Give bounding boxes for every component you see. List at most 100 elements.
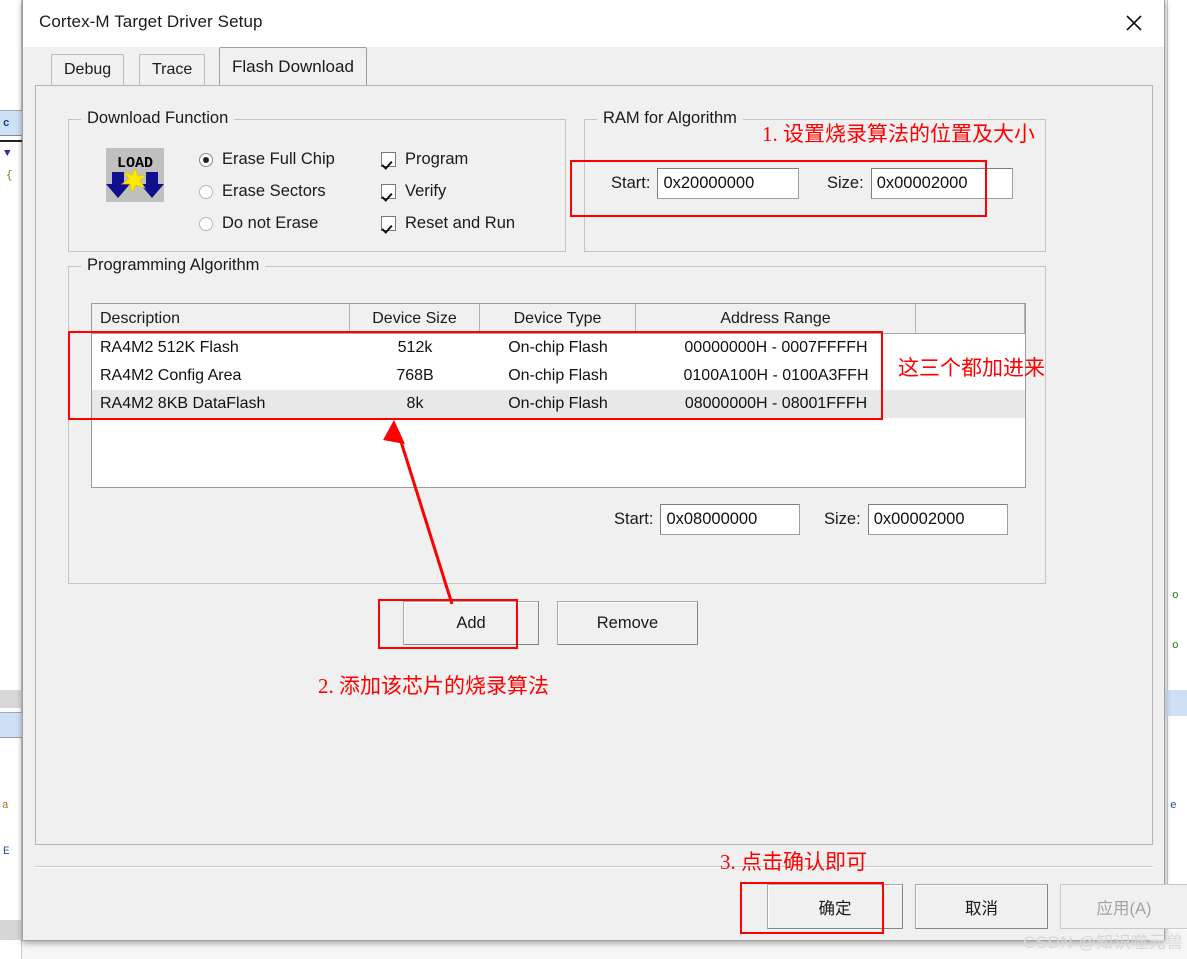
tab-flash-download[interactable]: Flash Download bbox=[219, 47, 367, 85]
background-glyph-v: ▼ bbox=[4, 148, 11, 160]
radio-do-not-erase-indicator bbox=[199, 216, 213, 231]
algo-start-value: 0x08000000 bbox=[666, 510, 758, 528]
cancel-button-label: 取消 bbox=[965, 899, 998, 918]
column-header-device-size[interactable]: Device Size bbox=[350, 304, 480, 333]
remove-button[interactable]: Remove bbox=[557, 601, 698, 645]
cell-address-range: 08000000H - 08001FFFH bbox=[684, 395, 868, 412]
tab-debug-label: Debug bbox=[64, 61, 112, 78]
algo-start-label: Start: bbox=[614, 510, 654, 528]
dialog-title: Cortex-M Target Driver Setup bbox=[39, 12, 263, 31]
checkbox-program[interactable]: Program bbox=[381, 150, 468, 169]
ram-size-label: Size: bbox=[827, 174, 864, 192]
background-right-glyph-1: o bbox=[1172, 590, 1179, 602]
close-icon[interactable] bbox=[1104, 0, 1164, 46]
ram-start-label: Start: bbox=[611, 174, 651, 192]
algo-start-input[interactable]: 0x08000000 bbox=[660, 504, 801, 535]
ram-size-input[interactable]: 0x00002000 bbox=[870, 168, 1013, 199]
cell-device-size: 768B bbox=[396, 367, 434, 384]
background-glyph-a: a bbox=[2, 800, 9, 812]
background-left-rule bbox=[0, 140, 22, 142]
cell-device-size: 512k bbox=[397, 339, 433, 356]
tab-debug[interactable]: Debug bbox=[51, 54, 125, 85]
tab-trace-label: Trace bbox=[152, 61, 193, 78]
background-left-divider bbox=[0, 690, 22, 708]
programming-algorithm-table[interactable]: Description Device Size Device Type Addr… bbox=[91, 303, 1026, 488]
tab-strip: Debug Trace Flash Download bbox=[35, 47, 1153, 85]
csdn-watermark: CSDN @知识噬元兽 bbox=[1023, 933, 1184, 952]
checkbox-reset-and-run-indicator bbox=[381, 216, 396, 231]
cell-address-range: 0100A100H - 0100A3FFH bbox=[683, 367, 869, 384]
checkbox-reset-and-run[interactable]: Reset and Run bbox=[381, 214, 515, 233]
programming-algorithm-group: Programming Algorithm Description Device… bbox=[68, 256, 1046, 584]
cell-description: RA4M2 512K Flash bbox=[100, 339, 239, 356]
ram-for-algorithm-group-title: RAM for Algorithm bbox=[597, 109, 743, 128]
radio-erase-sectors[interactable]: Erase Sectors bbox=[199, 182, 326, 201]
flash-download-tab-page: Download Function LOAD Erase Full Chip E… bbox=[35, 85, 1153, 845]
background-glyph-brace: { bbox=[6, 170, 13, 182]
ok-button-label: 确定 bbox=[818, 899, 852, 918]
background-glyph-e: E bbox=[3, 846, 10, 858]
algo-size-value: 0x00002000 bbox=[873, 510, 965, 528]
tab-trace[interactable]: Trace bbox=[139, 54, 206, 85]
radio-erase-full-chip[interactable]: Erase Full Chip bbox=[199, 150, 335, 169]
table-row[interactable]: RA4M2 8KB DataFlash 8k On-chip Flash 080… bbox=[92, 390, 1025, 418]
background-left-panel bbox=[0, 0, 22, 959]
ok-button[interactable]: 确定 bbox=[767, 884, 903, 929]
cell-device-type: On-chip Flash bbox=[508, 395, 608, 412]
background-left-footer bbox=[0, 920, 22, 940]
column-header-device-type[interactable]: Device Type bbox=[480, 304, 636, 333]
background-right-glyph-3: e bbox=[1170, 800, 1177, 812]
checkbox-reset-and-run-label: Reset and Run bbox=[405, 214, 516, 232]
column-header-spacer[interactable] bbox=[916, 304, 1025, 333]
ram-start-value: 0x20000000 bbox=[663, 174, 755, 192]
apply-button: 应用(A) bbox=[1060, 884, 1187, 929]
programming-algorithm-group-title: Programming Algorithm bbox=[81, 256, 266, 275]
background-right-selection bbox=[1166, 690, 1187, 716]
radio-erase-sectors-indicator bbox=[199, 184, 213, 199]
checkbox-verify[interactable]: Verify bbox=[381, 182, 446, 201]
radio-erase-full-chip-label: Erase Full Chip bbox=[222, 150, 335, 168]
ram-size-row: Size: 0x00002000 bbox=[827, 168, 1013, 199]
remove-button-label: Remove bbox=[596, 613, 659, 632]
ram-start-row: Start: 0x20000000 bbox=[611, 168, 800, 199]
ram-for-algorithm-group: RAM for Algorithm Start: 0x20000000 Size… bbox=[584, 109, 1046, 252]
cell-description: RA4M2 8KB DataFlash bbox=[100, 395, 266, 412]
cortex-m-target-driver-setup-dialog: Cortex-M Target Driver Setup Debug Trace… bbox=[22, 0, 1187, 952]
download-function-group-title: Download Function bbox=[81, 109, 235, 128]
background-right-glyph-2: o bbox=[1172, 640, 1179, 652]
cell-device-type: On-chip Flash bbox=[508, 367, 608, 384]
table-row[interactable]: RA4M2 Config Area 768B On-chip Flash 010… bbox=[92, 362, 1025, 390]
cell-device-type: On-chip Flash bbox=[508, 339, 608, 356]
radio-erase-sectors-label: Erase Sectors bbox=[222, 182, 326, 200]
algo-size-row: Size: 0x00002000 bbox=[824, 504, 1008, 535]
ram-start-input[interactable]: 0x20000000 bbox=[657, 168, 800, 199]
dialog-titlebar: Cortex-M Target Driver Setup bbox=[23, 0, 1164, 47]
table-row[interactable]: RA4M2 512K Flash 512k On-chip Flash 0000… bbox=[92, 334, 1025, 362]
checkbox-verify-label: Verify bbox=[405, 182, 447, 200]
cell-device-size: 8k bbox=[406, 395, 424, 412]
radio-do-not-erase[interactable]: Do not Erase bbox=[199, 214, 318, 233]
cell-description: RA4M2 Config Area bbox=[100, 367, 242, 384]
add-button[interactable]: Add bbox=[403, 601, 539, 645]
background-left-selection bbox=[0, 712, 22, 738]
radio-do-not-erase-label: Do not Erase bbox=[222, 214, 319, 232]
add-button-label: Add bbox=[456, 613, 486, 632]
cancel-button[interactable]: 取消 bbox=[915, 884, 1048, 929]
column-header-description[interactable]: Description bbox=[92, 304, 350, 333]
tab-flash-download-label: Flash Download bbox=[232, 56, 354, 76]
checkbox-program-label: Program bbox=[405, 150, 469, 168]
download-function-group: Download Function LOAD Erase Full Chip E… bbox=[68, 109, 566, 252]
background-glyph-c: c bbox=[3, 118, 10, 130]
apply-button-label: 应用(A) bbox=[1096, 899, 1152, 918]
checkbox-program-indicator bbox=[381, 152, 396, 167]
algo-start-row: Start: 0x08000000 bbox=[614, 504, 801, 535]
checkbox-verify-indicator bbox=[381, 184, 396, 199]
column-header-address-range[interactable]: Address Range bbox=[636, 304, 916, 333]
radio-erase-full-chip-indicator bbox=[199, 152, 213, 167]
load-flash-icon: LOAD bbox=[106, 148, 164, 202]
algo-size-label: Size: bbox=[824, 510, 861, 528]
footer-divider bbox=[35, 866, 1153, 868]
table-header-row: Description Device Size Device Type Addr… bbox=[92, 304, 1025, 334]
algo-size-input[interactable]: 0x00002000 bbox=[867, 504, 1008, 535]
ram-size-value: 0x00002000 bbox=[876, 174, 968, 192]
